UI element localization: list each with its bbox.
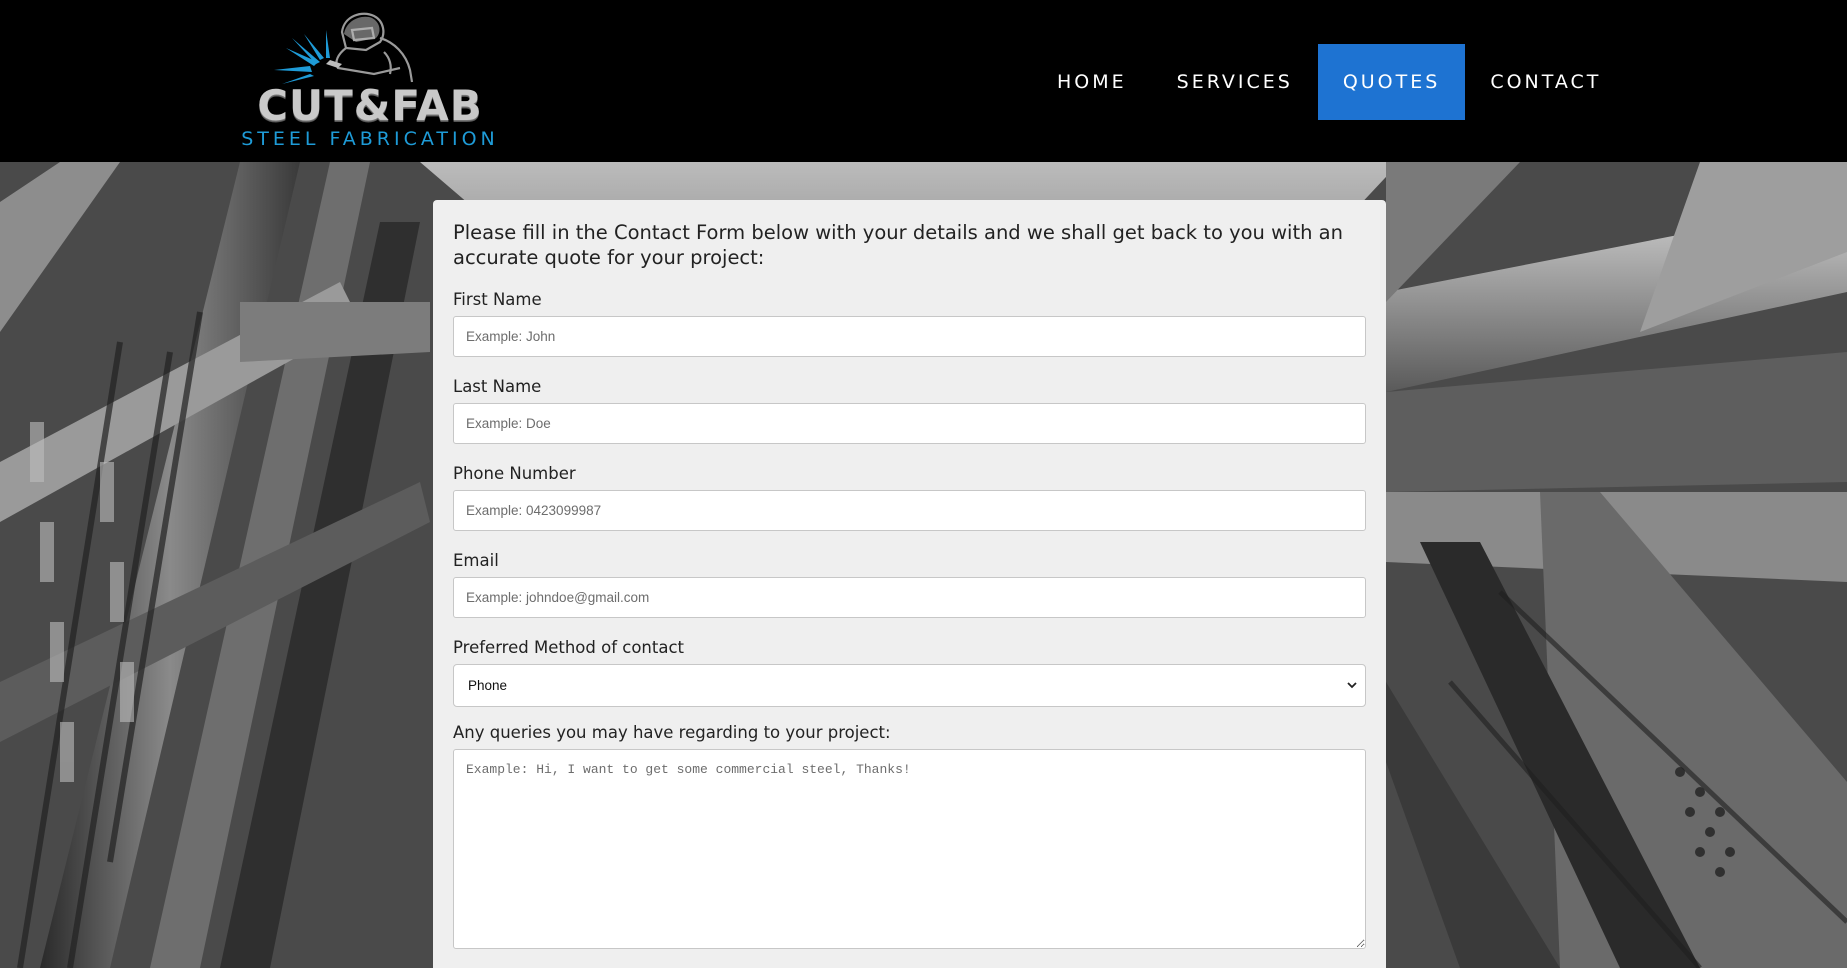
nav-contact[interactable]: CONTACT (1465, 44, 1626, 120)
main-nav: HOME SERVICES QUOTES CONTACT (1032, 44, 1626, 120)
email-field[interactable] (453, 577, 1366, 618)
logo-tagline: STEEL FABRICATION (241, 128, 499, 150)
contact-method-selected-value[interactable]: Phone (453, 664, 1366, 707)
first-name-field[interactable] (453, 316, 1366, 357)
logo-brand-text: CUT&FAB (257, 81, 483, 130)
nav-services[interactable]: SERVICES (1152, 44, 1318, 120)
quote-form-card: Please fill in the Contact Form below wi… (433, 200, 1386, 968)
first-name-label: First Name (453, 290, 542, 309)
queries-textarea[interactable] (453, 749, 1366, 949)
contact-method-select[interactable]: Phone (453, 664, 1366, 707)
logo[interactable]: CUT&FAB STEEL FABRICATION (234, 8, 506, 150)
chevron-down-icon (1347, 682, 1357, 689)
last-name-field[interactable] (453, 403, 1366, 444)
last-name-label: Last Name (453, 377, 542, 396)
form-intro-text: Please fill in the Contact Form below wi… (453, 221, 1343, 269)
phone-number-label: Phone Number (453, 464, 576, 483)
phone-number-field[interactable] (453, 490, 1366, 531)
email-label: Email (453, 551, 499, 570)
welder-logo-icon (274, 12, 414, 84)
contact-method-label: Preferred Method of contact (453, 638, 684, 657)
page: CUT&FAB STEEL FABRICATION HOME SERVICES … (0, 0, 1847, 968)
nav-home[interactable]: HOME (1032, 44, 1152, 120)
queries-label: Any queries you may have regarding to yo… (453, 723, 891, 742)
site-header: CUT&FAB STEEL FABRICATION HOME SERVICES … (0, 0, 1847, 162)
nav-quotes[interactable]: QUOTES (1317, 44, 1466, 120)
